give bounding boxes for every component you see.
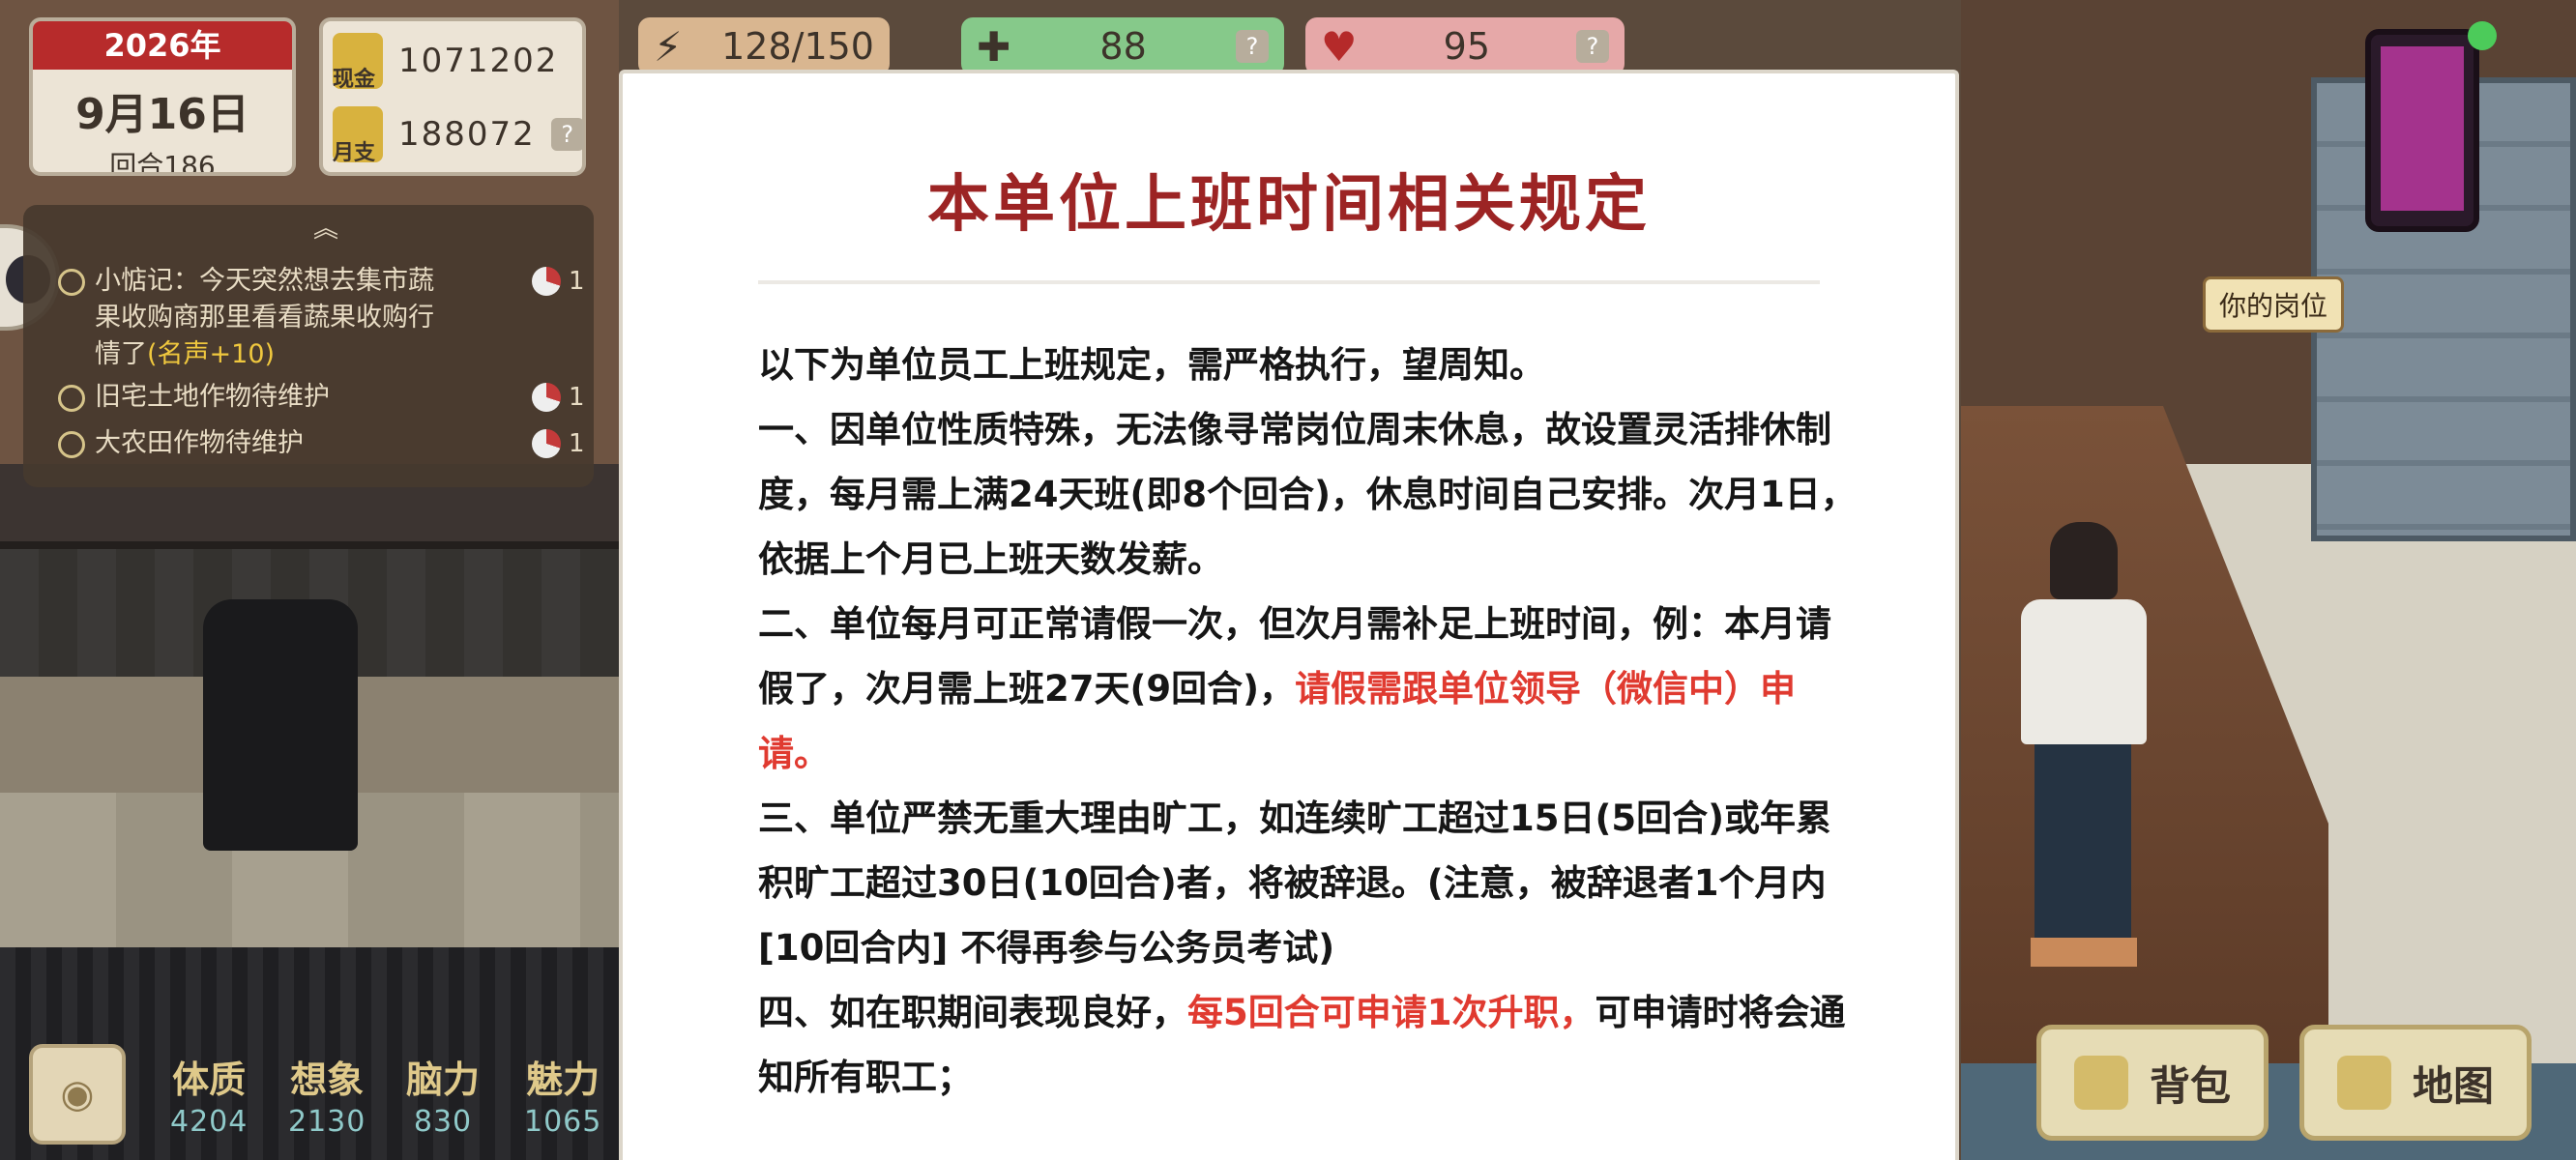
bag-icon [2073,1056,2128,1110]
energy-icon: ⚡ [654,22,683,71]
cash-coin-icon: 现金 [333,33,383,92]
money-card: 现金 1071202 月支 188072 ? [319,17,586,176]
attribute-stat: 想象 2130 [288,1058,366,1139]
phone-button[interactable] [2365,21,2497,232]
event-item[interactable]: 大农田作物待维护 1 [58,425,585,462]
monthly-row: 月支 188072 ? [333,106,584,165]
event-ring-icon [58,431,85,458]
map-button[interactable]: 地图 [2299,1025,2532,1141]
rule-4-highlight: 每5回合可申请1次升职， [1187,992,1595,1033]
dialog-body: 以下为单位员工上班规定，需严格执行，望周知。 一、因单位性质特殊，无法像寻常岗位… [758,333,1860,1110]
energy-value: 128/150 [721,25,874,68]
rule-2: 二、单位每月可正常请假一次，但次月需补足上班时间，例：本月请假了，次月需上班27… [758,603,1831,774]
rules-intro: 以下为单位员工上班规定，需严格执行，望周知。 [758,344,1545,386]
bag-button[interactable]: 背包 [2036,1025,2269,1141]
mood-stat: ♥ 95 ? [1305,17,1625,75]
event-reward: (名声+10) [147,339,276,369]
your-post-label: 你的岗位 [2203,276,2345,333]
date-card: 2026年 9月16日 回合186 [29,17,296,176]
monthly-value: 188072 [398,115,536,154]
dialog-title: 本单位上班时间相关规定 [927,168,1651,241]
title-divider [758,280,1820,284]
attribute-stat: 魅力 1065 [524,1058,602,1139]
rule-3: 三、单位严禁无重大理由旷工，如连续旷工超过15日(5回合)或年累积旷工超过30日… [758,798,1832,969]
health-value: 88 [1099,25,1147,68]
event-timer-icon [532,383,561,412]
player-character[interactable] [2021,522,2147,976]
collapse-chevron-icon[interactable]: ︽ [313,209,338,245]
attribute-stat: 脑力 830 [406,1058,481,1139]
event-panel: ︽ 小惦记：今天突然想去集市蔬 果收购商那里看看蔬果收购行 情了(名声+10) … [23,205,594,487]
monthly-help-button[interactable]: ? [550,118,584,151]
rule-1: 一、因单位性质特殊，无法像寻常岗位周末休息，故设置灵活排休制度，每月需上满24天… [758,409,1857,580]
energy-stat: ⚡ 128/150 [638,17,890,75]
rule-4: 四、如在职期间表现良好，每5回合可申请1次升职，可申请时将会通知所有职工； [758,992,1846,1098]
eye-icon: ◉ [60,1072,95,1116]
notification-dot-icon [2468,21,2497,50]
rules-dialog: 本单位上班时间相关规定 以下为单位员工上班规定，需严格执行，望周知。 一、因单位… [619,70,1959,1160]
event-item[interactable]: 小惦记：今天突然想去集市蔬 果收购商那里看看蔬果收购行 情了(名声+10) 1 [58,263,585,373]
cash-value: 1071202 [398,42,559,80]
eye-toggle-button[interactable]: ◉ [29,1044,126,1145]
heart-icon: ♥ [1321,22,1358,71]
event-timer-icon [532,429,561,458]
attribute-stat: 体质 4204 [170,1058,249,1139]
event-ring-icon [58,385,85,412]
date-label: 9月16日 [75,90,249,139]
event-timer-icon [532,267,561,296]
event-item[interactable]: 旧宅土地作物待维护 1 [58,379,585,416]
cash-row: 现金 1071202 [333,33,559,92]
office-chair-icon [203,599,358,851]
event-ring-icon [58,269,85,296]
monthly-coin-icon: 月支 [333,106,383,165]
map-icon [2336,1056,2391,1110]
health-help-button[interactable]: ? [1236,30,1269,63]
mood-help-button[interactable]: ? [1575,30,1609,63]
mood-value: 95 [1443,25,1490,68]
health-stat: ✚ 88 ? [961,17,1284,75]
round-label: 回合186 [109,150,216,176]
year-label: 2026年 [33,21,292,70]
health-cross-icon: ✚ [977,22,1011,71]
